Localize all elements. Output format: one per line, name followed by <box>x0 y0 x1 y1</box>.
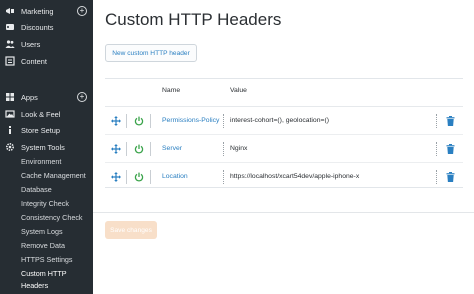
submenu-item-https-settings[interactable]: HTTPS Settings <box>21 255 73 264</box>
move-handle-icon[interactable] <box>111 172 121 182</box>
divider <box>223 170 224 184</box>
divider <box>126 170 127 184</box>
column-header-value: Value <box>230 87 247 94</box>
divider <box>436 142 437 156</box>
sidebar-item-store-setup[interactable]: Store Setup <box>0 123 93 137</box>
submenu-item-database[interactable]: Database <box>21 185 52 194</box>
divider <box>150 170 151 184</box>
divider <box>93 212 474 213</box>
power-toggle-icon[interactable] <box>134 172 144 182</box>
submenu-item-cache-management[interactable]: Cache Management <box>21 171 86 180</box>
header-name-link[interactable]: Permissions-Policy <box>162 117 219 124</box>
sidebar-item-label: System Tools <box>21 142 65 152</box>
sidebar-item-label: Users <box>21 39 41 49</box>
submenu-item-custom-http-headers[interactable]: Custom HTTP Headers <box>21 268 67 292</box>
submenu-item-consistency-check[interactable]: Consistency Check <box>21 213 83 222</box>
table-row: Server Nginx <box>105 135 463 163</box>
divider <box>150 114 151 128</box>
divider <box>436 170 437 184</box>
image-icon <box>5 109 15 119</box>
megaphone-icon <box>5 6 15 16</box>
save-changes-button[interactable]: Save changes <box>105 221 157 239</box>
sidebar-item-content[interactable]: Content <box>0 54 93 68</box>
headers-table: Name Value Permissions-Policy interest-c… <box>105 78 463 188</box>
new-custom-header-button[interactable]: New custom HTTP header <box>105 44 197 62</box>
trash-icon[interactable] <box>446 144 455 154</box>
sidebar-item-marketing[interactable]: Marketing + <box>0 4 93 18</box>
trash-icon[interactable] <box>446 116 455 126</box>
apps-icon <box>5 92 15 102</box>
sidebar: Marketing + Discounts Users Content Apps… <box>0 0 93 294</box>
table-row: Permissions-Policy interest-cohort=(), g… <box>105 107 463 135</box>
users-icon <box>5 39 15 49</box>
header-value: https://localhost/xcart54dev/apple-iphon… <box>230 173 360 180</box>
gear-icon <box>5 142 15 152</box>
divider <box>436 114 437 128</box>
divider <box>150 142 151 156</box>
submenu-item-system-logs[interactable]: System Logs <box>21 227 63 236</box>
sidebar-item-label: Marketing <box>21 6 54 16</box>
power-toggle-icon[interactable] <box>134 116 144 126</box>
add-app-icon[interactable]: + <box>77 92 87 102</box>
sidebar-item-label: Store Setup <box>21 125 61 135</box>
sidebar-item-users[interactable]: Users <box>0 37 93 51</box>
table-row: Location https://localhost/xcart54dev/ap… <box>105 163 463 191</box>
header-name-link[interactable]: Server <box>162 145 182 152</box>
divider <box>126 114 127 128</box>
submenu-item-integrity-check[interactable]: Integrity Check <box>21 199 69 208</box>
sidebar-item-apps[interactable]: Apps + <box>0 90 93 104</box>
sidebar-item-system-tools[interactable]: System Tools <box>0 140 93 154</box>
submenu-item-label-line2: Headers <box>21 281 49 290</box>
submenu-item-remove-data[interactable]: Remove Data <box>21 241 65 250</box>
divider <box>126 142 127 156</box>
header-value: interest-cohort=(), geolocation=() <box>230 117 329 124</box>
sidebar-item-label: Content <box>21 56 47 66</box>
sidebar-item-label: Discounts <box>21 22 54 32</box>
sidebar-item-look-and-feel[interactable]: Look & Feel <box>0 107 93 121</box>
submenu-item-label-line1: Custom HTTP <box>21 269 67 278</box>
sidebar-item-label: Look & Feel <box>21 109 61 119</box>
sidebar-item-discounts[interactable]: Discounts <box>0 20 93 34</box>
divider <box>223 142 224 156</box>
main-content: Custom HTTP Headers New custom HTTP head… <box>93 0 474 294</box>
discount-icon <box>5 22 15 32</box>
info-icon <box>5 125 15 135</box>
content-icon <box>5 56 15 66</box>
add-marketing-icon[interactable]: + <box>77 6 87 16</box>
trash-icon[interactable] <box>446 172 455 182</box>
power-toggle-icon[interactable] <box>134 144 144 154</box>
header-name-link[interactable]: Location <box>162 173 188 180</box>
page-title: Custom HTTP Headers <box>105 10 282 29</box>
column-header-name: Name <box>162 87 181 94</box>
move-handle-icon[interactable] <box>111 116 121 126</box>
sidebar-item-label: Apps <box>21 92 38 102</box>
header-value: Nginx <box>230 145 248 152</box>
submenu-item-environment[interactable]: Environment <box>21 157 61 166</box>
divider <box>223 114 224 128</box>
move-handle-icon[interactable] <box>111 144 121 154</box>
